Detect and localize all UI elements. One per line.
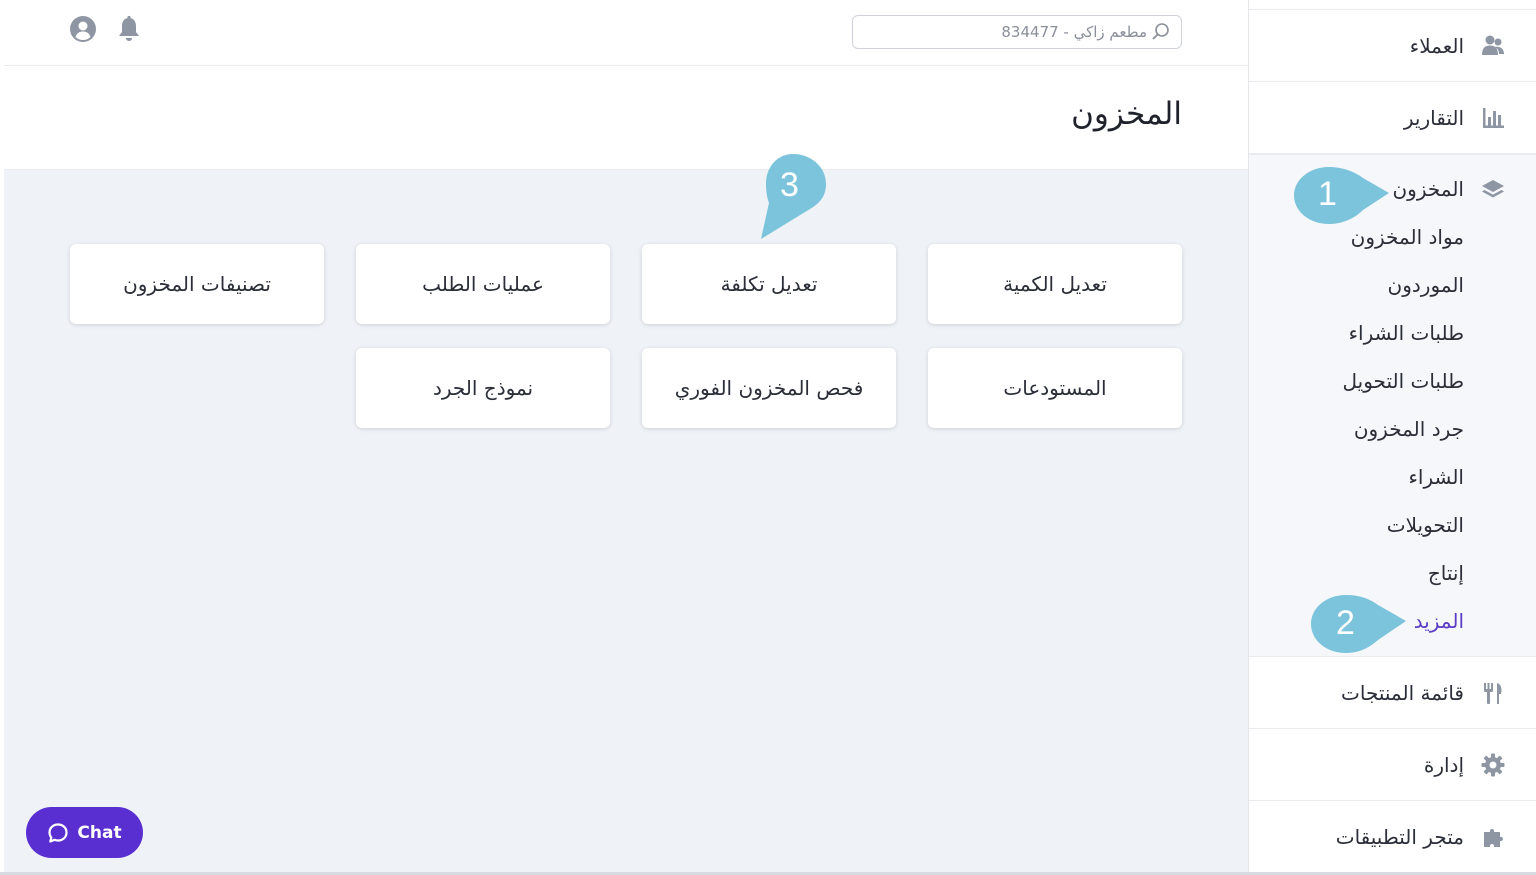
callout-marker-1: 1 — [1293, 166, 1393, 226]
puzzle-icon — [1478, 822, 1508, 852]
user-avatar-icon[interactable] — [68, 14, 98, 44]
sidebar-item-label: المخزون — [1392, 177, 1464, 201]
callout-number: 1 — [1318, 175, 1337, 213]
sidebar-subitem-transfers[interactable]: التحويلات — [1387, 513, 1464, 537]
sidebar-group-inventory: المخزون مواد المخزون الموردون طلبات الشر… — [1249, 154, 1536, 657]
sidebar-item-label: قائمة المنتجات — [1341, 680, 1464, 705]
topbar — [4, 0, 1248, 66]
bar-chart-icon — [1478, 103, 1508, 133]
sidebar-subitem-inventory-count[interactable]: جرد المخزون — [1354, 417, 1464, 441]
sidebar-item-app-store[interactable]: متجر التطبيقات — [1249, 801, 1536, 873]
card-adjust-quantity[interactable]: تعديل الكمية — [928, 244, 1182, 324]
card-count-sheet[interactable]: نموذج الجرد — [356, 348, 610, 428]
search-box — [852, 15, 1182, 49]
chat-bubble-icon — [47, 822, 69, 844]
sidebar-item-label: إدارة — [1423, 752, 1464, 777]
card-adjust-cost[interactable]: تعديل تكلفة — [642, 244, 896, 324]
bell-icon[interactable] — [114, 14, 144, 44]
card-warehouses[interactable]: المستودعات — [928, 348, 1182, 428]
page-header: المخزون — [4, 66, 1248, 170]
sidebar-subitem-transfer-orders[interactable]: طلبات التحويل — [1343, 369, 1465, 393]
callout-number: 3 — [780, 166, 799, 204]
sidebar-item-label: متجر التطبيقات — [1335, 825, 1464, 849]
sidebar-subitem-inventory-items[interactable]: مواد المخزون — [1351, 225, 1464, 249]
chat-label: Chat — [77, 822, 122, 843]
sidebar-subitem-purchasing[interactable]: الشراء — [1409, 465, 1465, 489]
sidebar-subitem-production[interactable]: إنتاج — [1428, 561, 1464, 585]
callout-marker-3: 3 — [758, 153, 828, 243]
search-input[interactable] — [857, 23, 1147, 41]
page-title: المخزون — [1071, 96, 1182, 132]
fork-knife-icon — [1478, 678, 1508, 708]
card-instant-stock-check[interactable]: فحص المخزون الفوري — [642, 348, 896, 428]
chat-button[interactable]: Chat — [26, 807, 143, 858]
card-order-operations[interactable]: عمليات الطلب — [356, 244, 610, 324]
sidebar-item-customers[interactable]: العملاء — [1249, 10, 1536, 82]
callout-marker-2: 2 — [1310, 594, 1410, 654]
sidebar-subitem-suppliers[interactable]: الموردون — [1388, 273, 1464, 297]
sidebar-subitem-purchase-orders[interactable]: طلبات الشراء — [1349, 321, 1464, 345]
gear-icon — [1478, 750, 1508, 780]
layers-icon — [1478, 174, 1508, 204]
sidebar-subitem-more[interactable]: المزيد — [1414, 609, 1464, 633]
card-inventory-categories[interactable]: تصنيفات المخزون — [70, 244, 324, 324]
main-content: تعديل الكمية تعديل تكلفة عمليات الطلب تص… — [4, 170, 1248, 873]
callout-number: 2 — [1336, 604, 1355, 642]
sidebar-item-label: التقارير — [1403, 105, 1464, 130]
sidebar-item-management[interactable]: إدارة — [1249, 729, 1536, 801]
sidebar-item-label: العملاء — [1409, 33, 1464, 58]
sidebar-item-reports[interactable]: التقارير — [1249, 82, 1536, 154]
sidebar-item-product-menu[interactable]: قائمة المنتجات — [1249, 657, 1536, 729]
customers-icon — [1478, 31, 1508, 61]
search-icon[interactable] — [1151, 22, 1171, 42]
sidebar: العملاء التقارير المخزون مواد المخزون ال… — [1248, 0, 1536, 875]
